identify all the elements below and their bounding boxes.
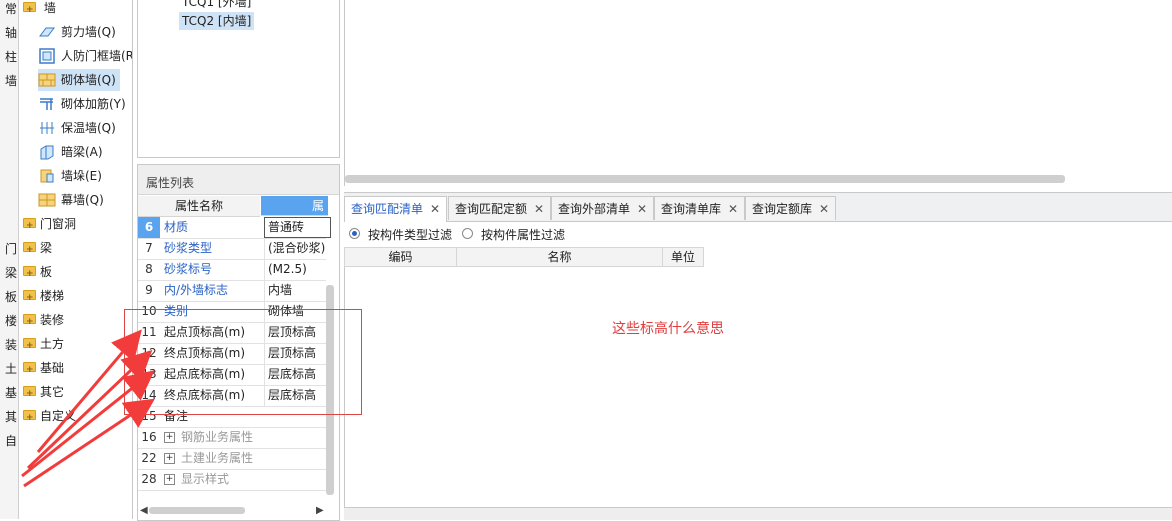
- arrow-13: [21, 370, 155, 478]
- arrow-12: [26, 349, 153, 470]
- arrow-11: [36, 329, 142, 453]
- annotation-arrows: [21, 329, 155, 488]
